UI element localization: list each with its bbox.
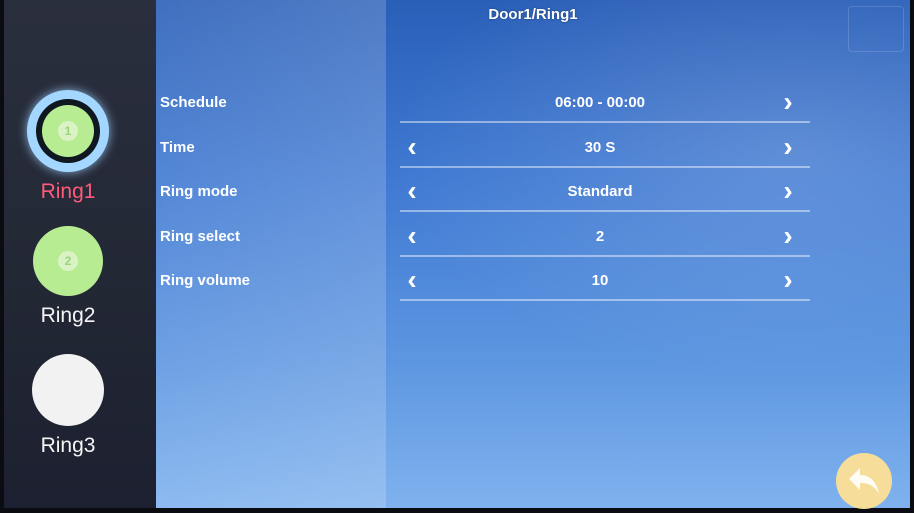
- setting-row-ring-select[interactable]: Ring select ‹ 2 ›: [160, 220, 810, 260]
- divider: [400, 255, 810, 257]
- ring1-inner: 1: [42, 105, 94, 157]
- chevron-left-icon[interactable]: ‹: [400, 220, 424, 252]
- divider: [400, 166, 810, 168]
- chevron-left-icon[interactable]: ‹: [400, 175, 424, 207]
- setting-label: Ring mode: [160, 183, 238, 200]
- setting-row-ring-mode[interactable]: Ring mode ‹ Standard ›: [160, 175, 810, 215]
- setting-value: 30 S: [584, 139, 616, 156]
- chevron-right-icon[interactable]: ›: [776, 220, 800, 252]
- screen: 1 Ring1 2 Ring2 Ring3 Door1/Ring1 Schedu…: [0, 0, 914, 513]
- back-arrow-icon: [849, 468, 879, 494]
- ring3-label: Ring3: [40, 434, 96, 457]
- ring3-button[interactable]: [32, 354, 104, 426]
- setting-label: Schedule: [160, 94, 227, 111]
- bell-icon: 1: [58, 121, 78, 141]
- ring1-label: Ring1: [40, 180, 96, 203]
- chevron-left-icon[interactable]: ‹: [400, 264, 424, 296]
- ring-sidebar: 1 Ring1 2 Ring2 Ring3: [4, 0, 156, 508]
- setting-row-schedule[interactable]: Schedule 06:00 - 00:00 ›: [160, 86, 810, 126]
- setting-label: Time: [160, 139, 195, 156]
- divider: [400, 121, 810, 123]
- setting-value: 2: [595, 228, 605, 245]
- back-button[interactable]: [836, 453, 892, 509]
- ring2-inner: 2: [42, 235, 94, 287]
- chevron-right-icon[interactable]: ›: [776, 86, 800, 118]
- divider: [400, 299, 810, 301]
- ring2-button[interactable]: 2: [33, 226, 103, 296]
- setting-value: Standard: [567, 183, 633, 200]
- setting-row-ring-volume[interactable]: Ring volume ‹ 10 ›: [160, 264, 810, 304]
- page-title: Door1/Ring1: [488, 6, 578, 23]
- bell-icon: 2: [58, 251, 78, 271]
- setting-label: Ring volume: [160, 272, 251, 289]
- setting-row-time[interactable]: Time ‹ 30 S ›: [160, 131, 810, 171]
- chevron-right-icon[interactable]: ›: [776, 264, 800, 296]
- ring-item-ring1[interactable]: 1 Ring1: [8, 90, 128, 204]
- setting-value: 10: [591, 272, 609, 289]
- chevron-right-icon[interactable]: ›: [776, 131, 800, 163]
- chevron-left-icon[interactable]: ‹: [400, 131, 424, 163]
- setting-label: Ring select: [160, 228, 241, 245]
- ring2-label: Ring2: [40, 304, 96, 327]
- ring1-outline: 1: [36, 99, 100, 163]
- ring-item-ring2[interactable]: 2 Ring2: [8, 226, 128, 328]
- divider: [400, 210, 810, 212]
- chevron-right-icon[interactable]: ›: [776, 175, 800, 207]
- ring1-button[interactable]: 1: [27, 90, 109, 172]
- ring-item-ring3[interactable]: Ring3: [8, 354, 128, 458]
- setting-value: 06:00 - 00:00: [554, 94, 646, 111]
